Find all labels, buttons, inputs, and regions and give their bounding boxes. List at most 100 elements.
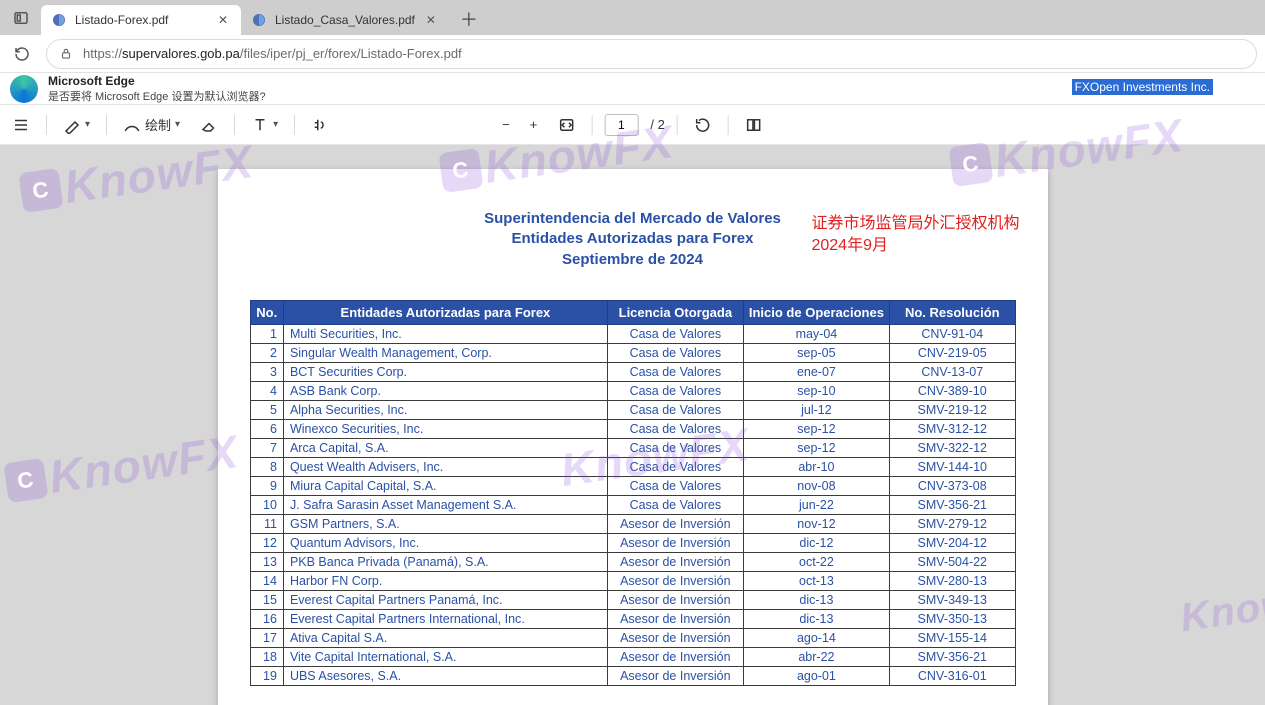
cell-no: 6: [250, 419, 283, 438]
erase-button[interactable]: [196, 113, 222, 137]
cell-res: CNV-389-10: [890, 381, 1015, 400]
cell-lic: Casa de Valores: [607, 381, 743, 400]
cell-ent: Singular Wealth Management, Corp.: [283, 343, 607, 362]
tab-title: Listado-Forex.pdf: [75, 13, 168, 27]
site-info-icon[interactable]: [57, 45, 75, 63]
cell-res: SMV-504-22: [890, 552, 1015, 571]
cell-res: SMV-279-12: [890, 514, 1015, 533]
cell-ent: Everest Capital Partners Panamá, Inc.: [283, 590, 607, 609]
cell-lic: Casa de Valores: [607, 324, 743, 343]
cell-res: SMV-349-13: [890, 590, 1015, 609]
table-row: 6Winexco Securities, Inc.Casa de Valores…: [250, 419, 1015, 438]
find-in-page-highlight: FXOpen Investments Inc.: [1072, 79, 1213, 95]
infobar-message: Microsoft Edge 是否要将 Microsoft Edge 设置为默认…: [48, 74, 266, 104]
text-button[interactable]: ▾: [247, 113, 282, 137]
cell-ent: Harbor FN Corp.: [283, 571, 607, 590]
cell-ent: Ativa Capital S.A.: [283, 628, 607, 647]
cell-ini: may-04: [743, 324, 889, 343]
draw-button[interactable]: 绘制▾: [119, 112, 184, 137]
tab-actions-icon[interactable]: [7, 4, 35, 32]
tab-listado-forex[interactable]: Listado-Forex.pdf ✕: [41, 5, 241, 35]
cell-no: 3: [250, 362, 283, 381]
cell-ent: J. Safra Sarasin Asset Management S.A.: [283, 495, 607, 514]
highlight-button[interactable]: ▾: [59, 113, 94, 137]
table-row: 3BCT Securities Corp.Casa de Valoresene-…: [250, 362, 1015, 381]
cell-no: 13: [250, 552, 283, 571]
tab-listado-casa-valores[interactable]: Listado_Casa_Valores.pdf ✕: [241, 5, 449, 35]
cell-ent: Quest Wealth Advisers, Inc.: [283, 457, 607, 476]
red-annotation: 证券市场监管局外汇授权机构 2024年9月: [811, 213, 1019, 258]
zoom-in-button[interactable]: +: [526, 114, 542, 135]
cell-res: CNV-219-05: [890, 343, 1015, 362]
read-aloud-button[interactable]: [307, 113, 333, 137]
cell-ini: nov-08: [743, 476, 889, 495]
table-row: 14Harbor FN Corp.Asesor de Inversiónoct-…: [250, 571, 1015, 590]
cell-lic: Casa de Valores: [607, 400, 743, 419]
cell-res: CNV-316-01: [890, 666, 1015, 685]
col-ini: Inicio de Operaciones: [743, 300, 889, 324]
table-row: 19UBS Asesores, S.A.Asesor de Inversióna…: [250, 666, 1015, 685]
cell-ini: ago-01: [743, 666, 889, 685]
default-browser-infobar: Microsoft Edge 是否要将 Microsoft Edge 设置为默认…: [0, 73, 1265, 105]
forex-entities-table: No. Entidades Autorizadas para Forex Lic…: [250, 300, 1016, 686]
table-row: 4ASB Bank Corp.Casa de Valoressep-10CNV-…: [250, 381, 1015, 400]
cell-lic: Asesor de Inversión: [607, 552, 743, 571]
cell-res: SMV-155-14: [890, 628, 1015, 647]
cell-ini: sep-05: [743, 343, 889, 362]
page-number-input[interactable]: [604, 114, 638, 136]
cell-ini: oct-13: [743, 571, 889, 590]
cell-ent: ASB Bank Corp.: [283, 381, 607, 400]
cell-lic: Asesor de Inversión: [607, 514, 743, 533]
cell-ent: Miura Capital Capital, S.A.: [283, 476, 607, 495]
cell-ini: abr-10: [743, 457, 889, 476]
cell-ent: Everest Capital Partners International, …: [283, 609, 607, 628]
cell-res: SMV-350-13: [890, 609, 1015, 628]
cell-no: 15: [250, 590, 283, 609]
table-row: 5Alpha Securities, Inc.Casa de Valoresju…: [250, 400, 1015, 419]
table-row: 1Multi Securities, Inc.Casa de Valoresma…: [250, 324, 1015, 343]
table-row: 9Miura Capital Capital, S.A.Casa de Valo…: [250, 476, 1015, 495]
cell-ent: Winexco Securities, Inc.: [283, 419, 607, 438]
close-icon[interactable]: ✕: [423, 12, 439, 28]
cell-ini: sep-10: [743, 381, 889, 400]
cell-ent: Multi Securities, Inc.: [283, 324, 607, 343]
cell-res: SMV-312-12: [890, 419, 1015, 438]
cell-ini: oct-22: [743, 552, 889, 571]
cell-no: 9: [250, 476, 283, 495]
cell-res: CNV-373-08: [890, 476, 1015, 495]
rotate-button[interactable]: [690, 113, 716, 137]
chevron-down-icon: ▾: [273, 119, 278, 130]
cell-ent: BCT Securities Corp.: [283, 362, 607, 381]
col-ent: Entidades Autorizadas para Forex: [283, 300, 607, 324]
pdf-toolbar: ▾ 绘制▾ ▾ − + / 2: [0, 105, 1265, 145]
zoom-out-button[interactable]: −: [498, 114, 514, 135]
cell-no: 14: [250, 571, 283, 590]
cell-ini: abr-22: [743, 647, 889, 666]
cell-ini: jun-22: [743, 495, 889, 514]
url-text: https://supervalores.gob.pa/files/iper/p…: [83, 46, 462, 61]
cell-no: 4: [250, 381, 283, 400]
table-row: 16Everest Capital Partners International…: [250, 609, 1015, 628]
cell-lic: Casa de Valores: [607, 343, 743, 362]
new-tab-button[interactable]: ＋: [455, 5, 483, 33]
toc-button[interactable]: [8, 113, 34, 137]
reload-button[interactable]: [8, 40, 36, 68]
table-row: 12Quantum Advisors, Inc.Asesor de Invers…: [250, 533, 1015, 552]
table-row: 11GSM Partners, S.A.Asesor de Inversiónn…: [250, 514, 1015, 533]
close-icon[interactable]: ✕: [215, 12, 231, 28]
cell-no: 16: [250, 609, 283, 628]
cell-lic: Casa de Valores: [607, 476, 743, 495]
pdf-viewer[interactable]: Superintendencia del Mercado de Valores …: [0, 145, 1265, 705]
cell-lic: Asesor de Inversión: [607, 533, 743, 552]
cell-ini: dic-12: [743, 533, 889, 552]
fit-page-button[interactable]: [553, 113, 579, 137]
cell-no: 10: [250, 495, 283, 514]
table-row: 17Ativa Capital S.A.Asesor de Inversióna…: [250, 628, 1015, 647]
page-view-button[interactable]: [741, 113, 767, 137]
cell-res: SMV-219-12: [890, 400, 1015, 419]
address-bar[interactable]: https://supervalores.gob.pa/files/iper/p…: [46, 39, 1257, 69]
cell-lic: Asesor de Inversión: [607, 647, 743, 666]
cell-res: SMV-204-12: [890, 533, 1015, 552]
chevron-down-icon: ▾: [175, 119, 180, 130]
cell-lic: Asesor de Inversión: [607, 628, 743, 647]
